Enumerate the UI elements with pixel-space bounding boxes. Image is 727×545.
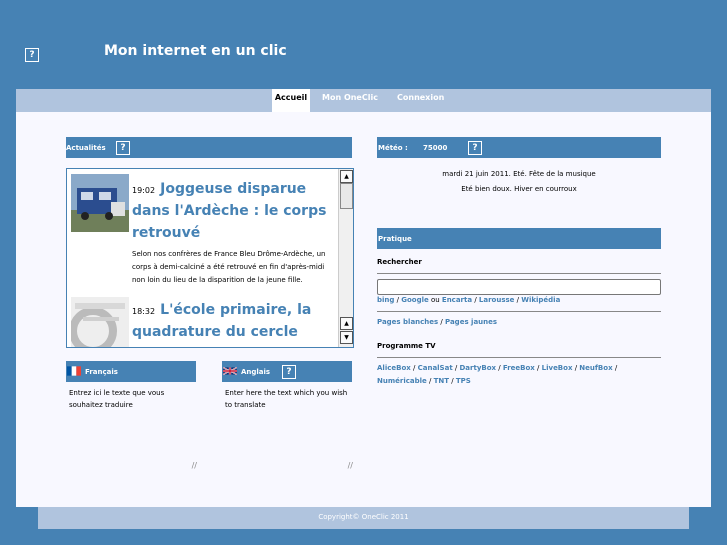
translate-en-text: Enter here the text which you wish to tr… — [225, 389, 348, 409]
scroll-thumb[interactable] — [340, 183, 353, 209]
resize-handle-icon[interactable]: // — [348, 460, 353, 472]
news-title: Actualités — [66, 144, 106, 152]
search-engine-links: bing / Google ou Encarta / Larousse / Wi… — [377, 296, 561, 304]
search-input[interactable] — [377, 279, 661, 295]
tab-connexion[interactable]: Connexion — [397, 89, 444, 112]
link-pages-blanches[interactable]: Pages blanches — [377, 318, 438, 326]
link-wikipedia[interactable]: Wikipédia — [521, 296, 560, 304]
tab-mon-oneclic[interactable]: Mon OneClic — [322, 89, 378, 112]
scroll-down-icon[interactable]: ▼ — [340, 331, 353, 344]
link-encarta[interactable]: Encarta — [442, 296, 472, 304]
news-headline[interactable]: Joggeuse disparue dans l'Ardèche : le co… — [132, 181, 326, 241]
link-canalsat[interactable]: CanalSat — [418, 364, 453, 372]
help-icon[interactable]: ? — [25, 48, 39, 62]
scroll-up-icon[interactable]: ▲ — [340, 317, 353, 330]
footer: Copyright© OneClic 2011 — [38, 507, 689, 529]
news-photo-icon — [71, 174, 129, 232]
pratique-title: Pratique — [378, 235, 412, 243]
meteo-date: mardi 21 juin 2011. Eté. Fête de la musi… — [442, 170, 596, 178]
link-tnt[interactable]: TNT — [434, 377, 449, 385]
help-icon[interactable]: ? — [468, 141, 482, 155]
meteo-header: Météo : 75000 ? — [377, 137, 661, 158]
link-numericable[interactable]: Numéricable — [377, 377, 427, 385]
news-photo-icon — [71, 297, 129, 347]
translate-fr-input[interactable]: Entrez ici le texte que vous souhaitez t… — [69, 387, 197, 472]
copyright-text: Copyright© OneClic 2011 — [318, 513, 409, 521]
translate-fr-label: Français — [85, 368, 118, 376]
news-feed[interactable]: 19:02 Joggeuse disparue dans l'Ardèche :… — [66, 168, 354, 348]
tab-accueil[interactable]: Accueil — [272, 89, 310, 112]
translate-en-input[interactable]: Enter here the text which you wish to tr… — [225, 387, 353, 472]
translate-en-label: Anglais — [241, 368, 271, 376]
news-header: Actualités ? — [66, 137, 352, 158]
link-freebox[interactable]: FreeBox — [503, 364, 535, 372]
scroll-up-icon[interactable]: ▲ — [340, 170, 353, 183]
translate-fr-header: Français — [66, 361, 196, 382]
news-scrollbar[interactable]: ▲ ▲ ▼ — [338, 169, 353, 347]
resize-handle-icon[interactable]: // — [192, 460, 197, 472]
site-title: Mon internet en un clic — [104, 43, 287, 59]
meteo-info: mardi 21 juin 2011. Eté. Fête de la musi… — [377, 167, 661, 197]
link-livebox[interactable]: LiveBox — [542, 364, 573, 372]
main-content: Actualités ? 19:02 Joggeuse disparue dan… — [16, 112, 711, 507]
divider — [377, 311, 661, 312]
link-neufbox[interactable]: NeufBox — [579, 364, 612, 372]
link-bing[interactable]: bing — [377, 296, 394, 304]
uk-flag-icon — [223, 366, 237, 376]
pages-links: Pages blanches / Pages jaunes — [377, 318, 498, 326]
link-dartybox[interactable]: DartyBox — [460, 364, 497, 372]
help-icon[interactable]: ? — [282, 365, 296, 379]
france-flag-icon — [67, 366, 81, 376]
news-time: 18:32 — [132, 307, 156, 316]
link-alicebox[interactable]: AliceBox — [377, 364, 411, 372]
search-title: Rechercher — [377, 258, 422, 266]
main-nav: Accueil Mon OneClic Connexion — [16, 89, 711, 112]
meteo-postcode[interactable]: 75000 — [423, 144, 447, 152]
link-pages-jaunes[interactable]: Pages jaunes — [445, 318, 497, 326]
divider — [377, 357, 661, 358]
link-tps[interactable]: TPS — [456, 377, 471, 385]
divider — [377, 273, 661, 274]
meteo-title: Météo : — [378, 144, 408, 152]
tv-title: Programme TV — [377, 342, 436, 350]
news-headline[interactable]: L'école primaire, la quadrature du cercl… — [132, 302, 311, 340]
news-summary: Selon nos confrères de France Bleu Drôme… — [132, 250, 326, 284]
link-larousse[interactable]: Larousse — [479, 296, 515, 304]
help-icon[interactable]: ? — [116, 141, 130, 155]
tv-links: AliceBox / CanalSat / DartyBox / FreeBox… — [377, 364, 618, 385]
news-time: 19:02 — [132, 186, 156, 195]
meteo-weather: Eté bien doux. Hiver en courroux — [461, 185, 577, 193]
translate-fr-text: Entrez ici le texte que vous souhaitez t… — [69, 389, 165, 409]
pratique-header: Pratique — [377, 228, 661, 249]
link-google[interactable]: Google — [401, 296, 429, 304]
translate-en-header: Anglais ? — [222, 361, 352, 382]
